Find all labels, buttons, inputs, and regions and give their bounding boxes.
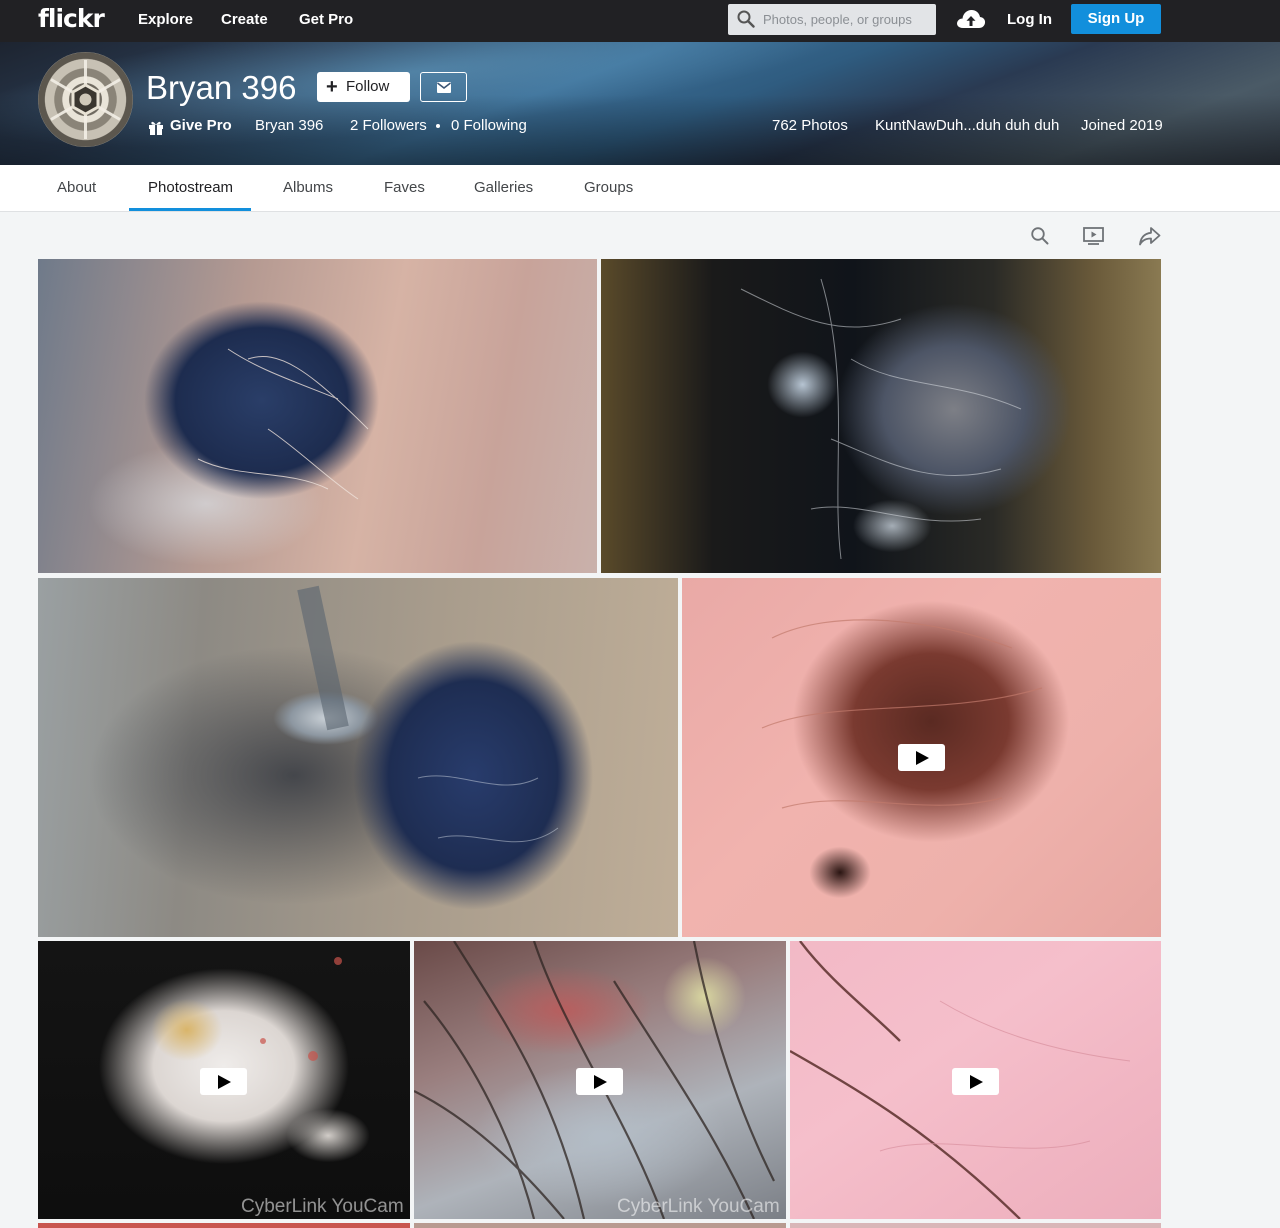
signup-button[interactable]: Sign Up — [1071, 4, 1161, 34]
separator-dot — [436, 124, 440, 128]
gift-icon — [149, 121, 163, 135]
profile-username: Bryan 396 — [255, 117, 324, 134]
profile-location: KuntNawDuh...duh duh duh — [875, 117, 1060, 134]
slideshow-icon[interactable] — [1083, 226, 1104, 246]
play-button-icon[interactable] — [898, 744, 945, 771]
give-pro-label: Give Pro — [170, 117, 232, 134]
active-tab-indicator — [129, 208, 251, 211]
play-button-icon[interactable] — [952, 1068, 999, 1095]
login-link[interactable]: Log In — [1007, 0, 1052, 40]
watermark-text: CyberLink YouCam — [617, 1196, 780, 1217]
avatar[interactable] — [38, 52, 133, 147]
fiber-strands — [740, 278, 1022, 560]
photo-thumbnail[interactable] — [38, 259, 597, 573]
upload-cloud-icon[interactable] — [956, 8, 986, 30]
photos-count: 762 Photos — [772, 117, 848, 134]
snowflake-avatar-image — [50, 60, 121, 139]
video-thumbnail[interactable] — [790, 941, 1161, 1219]
fiber-strands — [197, 348, 369, 500]
search-box — [728, 4, 936, 35]
photo-thumbnail[interactable] — [38, 578, 678, 937]
photo-thumbnail[interactable] — [38, 1223, 410, 1228]
profile-name: Bryan 396 — [146, 69, 297, 106]
play-button-icon[interactable] — [200, 1068, 247, 1095]
tab-about[interactable]: About — [57, 165, 96, 211]
following-count[interactable]: 0 Following — [451, 117, 527, 135]
nav-link-get-pro[interactable]: Get Pro — [299, 0, 353, 42]
video-thumbnail[interactable] — [682, 578, 1161, 937]
tab-faves[interactable]: Faves — [384, 165, 425, 211]
give-pro-link[interactable]: Give Pro — [148, 117, 232, 135]
mail-icon — [437, 82, 451, 93]
video-thumbnail[interactable]: CyberLink YouCam — [38, 941, 410, 1219]
nav-link-create[interactable]: Create — [221, 0, 268, 42]
tab-groups[interactable]: Groups — [584, 165, 633, 211]
pin-shape — [297, 585, 559, 843]
tab-photostream[interactable]: Photostream — [148, 165, 233, 211]
search-input[interactable] — [758, 4, 932, 35]
nav-link-explore[interactable]: Explore — [138, 0, 193, 42]
photo-thumbnail[interactable] — [414, 1223, 786, 1228]
flickr-logo[interactable]: flickr — [38, 5, 105, 33]
follow-label: Follow — [346, 78, 390, 95]
share-icon[interactable] — [1139, 226, 1161, 246]
plus-icon: + — [326, 76, 338, 98]
followers-count[interactable]: 2 Followers — [350, 117, 427, 135]
play-button-icon[interactable] — [576, 1068, 623, 1095]
top-navigation-bar: flickr Explore Create Get Pro Log In Sig… — [0, 0, 1280, 42]
joined-date: Joined 2019 — [1081, 117, 1163, 134]
profile-tabs: About Photostream Albums Faves Galleries… — [0, 165, 1280, 212]
message-button[interactable] — [420, 72, 467, 102]
follow-button[interactable]: + Follow — [317, 72, 410, 102]
tab-galleries[interactable]: Galleries — [474, 165, 533, 211]
photo-thumbnail[interactable] — [790, 1223, 1161, 1228]
watermark-text: CyberLink YouCam — [241, 1196, 404, 1217]
search-icon[interactable] — [737, 10, 755, 28]
search-photostream-icon[interactable] — [1030, 226, 1050, 246]
video-thumbnail[interactable]: CyberLink YouCam — [414, 941, 786, 1219]
tab-albums[interactable]: Albums — [283, 165, 333, 211]
photo-thumbnail[interactable] — [601, 259, 1161, 573]
